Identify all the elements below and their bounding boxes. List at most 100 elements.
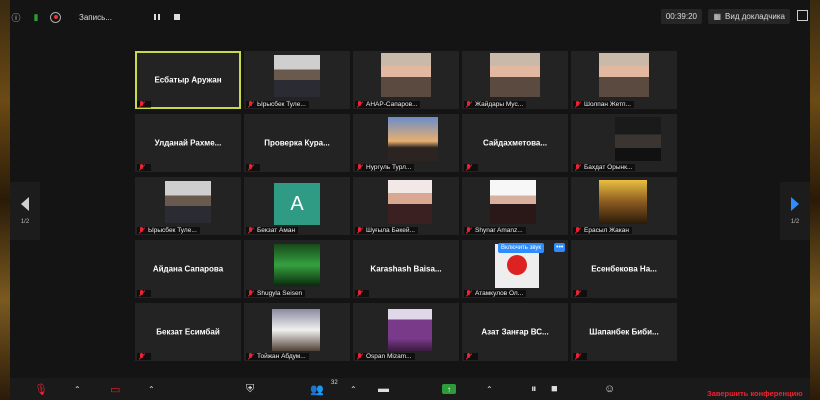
participant-tile[interactable]: Шуғыла Бәкей...: [353, 177, 459, 235]
participant-tile[interactable]: A Бекзат Аман: [244, 177, 350, 235]
desktop-edge-right: [810, 0, 820, 400]
participant-tile[interactable]: Есбатыр Аружан: [135, 51, 241, 109]
page-indicator-left: 1/2: [20, 219, 30, 225]
participant-tile[interactable]: Ырысбек Туле...: [244, 51, 350, 109]
chat-icon[interactable]: ▬: [378, 383, 389, 395]
unmute-participant-button[interactable]: Включить звук: [498, 243, 545, 253]
chevron-left-icon: [21, 197, 29, 211]
participant-caption: Ырысбек Туле...: [246, 101, 309, 108]
participant-name: Улданай Рахме...: [154, 138, 222, 148]
participant-tile[interactable]: Включить звук ••• Атамкулов Ол...: [462, 240, 568, 298]
participant-caption: Бахдат Орынк...: [573, 164, 636, 171]
participant-caption: Шуғыла Бәкей...: [355, 227, 418, 234]
participant-caption: Нургуль Турл...: [355, 164, 415, 171]
participant-name: Жайдары Мус...: [475, 101, 524, 108]
next-page-button[interactable]: 1/2: [780, 182, 810, 240]
mic-muted-icon: [247, 227, 254, 234]
participant-caption: Ospan Mizam...: [355, 353, 415, 360]
participant-gallery: Есбатыр Аружан Ырысбек Туле... АНАР-Сапаро…: [135, 51, 677, 361]
desktop-edge-left: [0, 0, 10, 400]
video-thumbnail: [165, 181, 211, 223]
participant-name: Шапанбек Биби...: [589, 327, 659, 337]
participant-tile[interactable]: Ырысбек Туле...: [135, 177, 241, 235]
participants-icon[interactable]: 👥: [310, 383, 324, 396]
video-thumbnail: [599, 180, 647, 224]
participants-caret-icon[interactable]: ⌃: [350, 383, 357, 395]
mic-muted-icon: [465, 227, 472, 234]
participant-tile[interactable]: Сайдахметова...: [462, 114, 568, 172]
security-shield-icon[interactable]: ⛨: [246, 383, 254, 395]
video-thumbnail: [274, 55, 320, 97]
bottom-toolbar: 🎙 ⌃ ▭ ⌃ ⛨ 👥 32 ⌃ ▬ ↑ ⌃ ⏸ ■ ☺ Завершить к…: [10, 378, 810, 400]
share-options-caret-icon[interactable]: ⌃: [486, 383, 493, 395]
video-thumbnail: [599, 53, 649, 97]
participant-tile[interactable]: Шолпан Жетп...: [571, 51, 677, 109]
participant-tile[interactable]: Бахдат Орынк...: [571, 114, 677, 172]
speaker-view-icon: ▦: [713, 12, 722, 21]
participant-tile[interactable]: Shugyla Seisen: [244, 240, 350, 298]
top-bar: ⓘ ▮ Запись... 00:39:20 ▦ Вид докладчика: [10, 6, 810, 28]
reactions-icon[interactable]: ☺: [604, 383, 615, 395]
participant-name: Есбатыр Аружан: [154, 75, 222, 85]
stop-recording-icon[interactable]: [172, 12, 182, 22]
end-meeting-button[interactable]: Завершить конференцию: [707, 389, 803, 398]
mic-muted-icon: [356, 353, 363, 360]
pause-recording-icon[interactable]: [152, 12, 162, 22]
mic-muted-icon: [574, 101, 581, 108]
avatar: A: [274, 183, 320, 225]
participant-tile[interactable]: Karashash Baisa...: [353, 240, 459, 298]
participant-name: Ospan Mizam...: [366, 353, 412, 360]
prev-page-button[interactable]: 1/2: [10, 182, 40, 240]
video-thumbnail: [272, 309, 320, 351]
participant-caption: Ырысбек Туле...: [137, 227, 200, 234]
participant-tile[interactable]: Есенбекова На...: [571, 240, 677, 298]
participant-tile[interactable]: Проверка Кура...: [244, 114, 350, 172]
record-icon: [50, 11, 61, 23]
chevron-right-icon: [791, 197, 799, 211]
video-thumbnail: [490, 180, 536, 224]
mic-muted-icon: [138, 164, 145, 171]
participant-name: Азат Занғар ВС...: [481, 327, 549, 337]
participant-caption: [464, 353, 478, 360]
pause-share-icon[interactable]: ⏸: [531, 383, 537, 395]
participant-caption: [355, 290, 369, 297]
participant-caption: [137, 290, 151, 297]
audio-options-caret-icon[interactable]: ⌃: [74, 383, 81, 395]
start-video-icon[interactable]: ▭: [110, 383, 120, 396]
fullscreen-icon[interactable]: [797, 10, 808, 21]
mic-muted-icon: [574, 353, 581, 360]
participant-caption: Шолпан Жетп...: [573, 101, 634, 108]
mic-muted-icon: [247, 290, 254, 297]
participant-tile[interactable]: Ерасыл Жакан: [571, 177, 677, 235]
participants-count: 32: [331, 380, 338, 386]
unmute-mic-icon[interactable]: 🎙: [34, 383, 48, 396]
participant-tile[interactable]: Нургуль Турл...: [353, 114, 459, 172]
speaker-view-button[interactable]: ▦ Вид докладчика: [708, 9, 790, 24]
participant-tile[interactable]: Шапанбек Биби...: [571, 303, 677, 361]
participant-name: Shynar Amanz...: [475, 227, 523, 234]
participant-tile[interactable]: Азат Занғар ВС...: [462, 303, 568, 361]
page-indicator-right: 1/2: [790, 219, 800, 225]
video-thumbnail: [615, 117, 661, 161]
video-options-caret-icon[interactable]: ⌃: [148, 383, 155, 395]
participant-tile[interactable]: АНАР-Сапаров...: [353, 51, 459, 109]
speaker-view-label: Вид докладчика: [725, 12, 785, 21]
info-icon[interactable]: ⓘ: [10, 11, 22, 23]
participant-name: Бекзат Есимбай: [156, 327, 220, 337]
participant-name: Тойжан Абдум...: [257, 353, 306, 360]
participant-tile[interactable]: Ospan Mizam...: [353, 303, 459, 361]
participant-tile[interactable]: Айдана Сапарова: [135, 240, 241, 298]
mic-muted-icon: [356, 290, 363, 297]
stop-icon[interactable]: ■: [551, 383, 558, 395]
participant-tile[interactable]: Улданай Рахме...: [135, 114, 241, 172]
participant-tile[interactable]: Бекзат Есимбай: [135, 303, 241, 361]
participant-name: Бахдат Орынк...: [584, 164, 633, 171]
participant-tile[interactable]: Жайдары Мус...: [462, 51, 568, 109]
mic-muted-icon: [465, 290, 472, 297]
participant-caption: АНАР-Сапаров...: [355, 101, 421, 108]
more-options-button[interactable]: •••: [554, 243, 566, 252]
share-screen-button[interactable]: ↑: [442, 383, 456, 395]
lock-icon[interactable]: ▮: [30, 11, 42, 23]
participant-tile[interactable]: Shynar Amanz...: [462, 177, 568, 235]
participant-tile[interactable]: Тойжан Абдум...: [244, 303, 350, 361]
